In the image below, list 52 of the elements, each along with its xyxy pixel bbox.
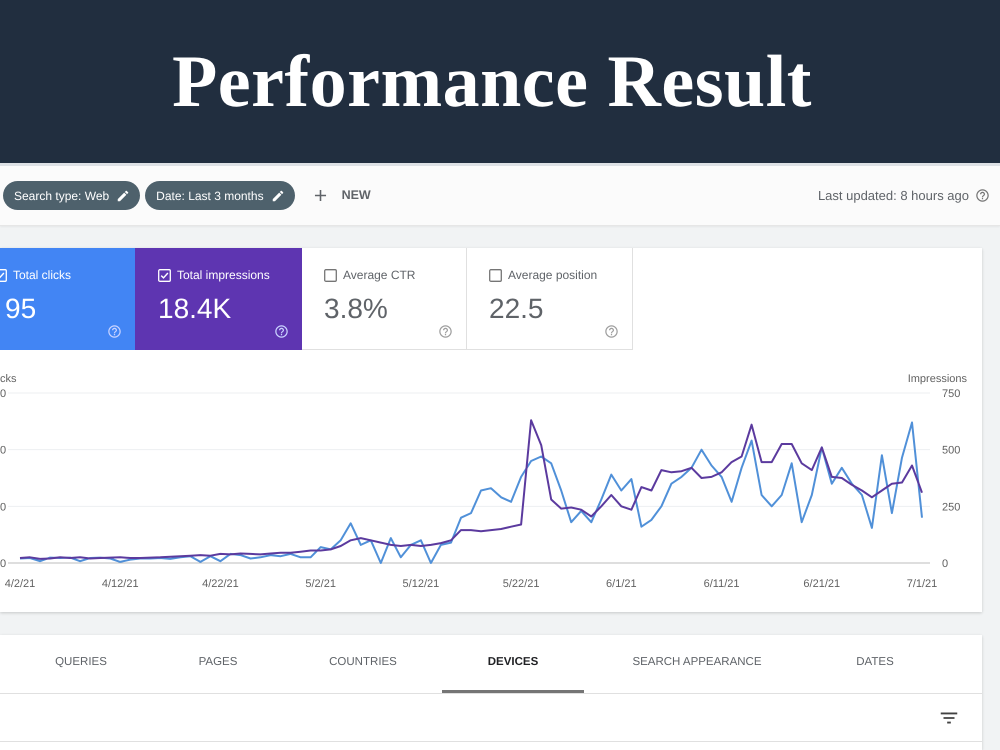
axis-title: cks [0, 373, 16, 385]
pencil-icon [116, 188, 130, 202]
metric-label: Average position [508, 268, 598, 283]
axis-label: 6/11/21 [704, 578, 740, 590]
metric-label: Total impressions [177, 268, 270, 283]
last-updated-text: Last updated: 8 hours ago [818, 186, 969, 205]
axis-label: 4/22/21 [202, 578, 239, 590]
checkbox-icon[interactable] [324, 269, 337, 282]
filter-chip[interactable]: Date: Last 3 months [145, 181, 295, 210]
metric-tile[interactable]: Average CTR 3.8% [302, 248, 467, 350]
tab[interactable]: QUERIES [10, 635, 152, 693]
axis-label: 250 [942, 501, 960, 514]
metric-tile[interactable]: Total clicks 95 [0, 248, 135, 350]
metric-value: 22.5 [489, 293, 544, 325]
axis-label: 6/1/21 [606, 578, 637, 590]
axis-label: 4/12/21 [102, 578, 139, 590]
page-title: Performance Result [172, 44, 812, 118]
filter-chip[interactable]: Search type: Web [3, 181, 140, 210]
axis-label: 0 [0, 388, 6, 400]
axis-label: 750 [942, 388, 960, 400]
checkbox-icon[interactable] [489, 269, 502, 282]
axis-label: 7/1/21 [906, 578, 938, 590]
tab[interactable]: DATES [810, 635, 940, 693]
metric-value: 95 [4, 293, 36, 325]
metric-value: 18.4K [158, 293, 232, 325]
metric-tile[interactable]: Average position 22.5 [467, 248, 633, 350]
pencil-icon [270, 188, 285, 202]
tab[interactable]: PAGES [152, 635, 284, 693]
axis-label: 0 [0, 444, 6, 457]
axis-label: 0 [0, 558, 6, 570]
tab[interactable]: SEARCH APPEARANCE [584, 635, 810, 693]
tab[interactable]: COUNTRIES [284, 635, 442, 693]
axis-label: 500 [942, 444, 960, 457]
axis-title: Impressions [908, 373, 967, 385]
help-icon[interactable] [107, 324, 122, 339]
metric-label: Total clicks [13, 268, 72, 283]
help-icon[interactable] [604, 324, 619, 339]
tab[interactable]: DEVICES [442, 635, 584, 693]
new-button[interactable]: NEW [310, 181, 371, 210]
help-icon[interactable] [274, 324, 289, 339]
axis-label: 5/2/21 [305, 578, 336, 590]
axis-label: 6/21/21 [803, 578, 840, 590]
axis-label: 5/22/21 [502, 578, 540, 590]
axis-label: 4/2/21 [4, 578, 36, 590]
help-icon[interactable] [438, 324, 453, 339]
axis-label: 5/12/21 [402, 578, 440, 590]
metric-value: 3.8% [324, 293, 388, 325]
axis-label: 0 [942, 558, 948, 570]
metric-tile[interactable]: Total impressions 18.4K [135, 248, 302, 350]
axis-label: 0 [0, 501, 6, 514]
metric-label: Average CTR [343, 268, 416, 283]
help-icon[interactable] [975, 188, 990, 203]
